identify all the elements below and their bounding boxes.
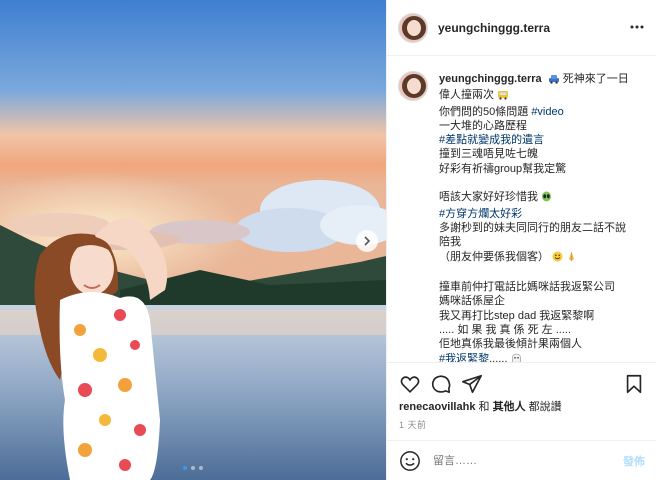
- caption-line: 撞到三魂唔見咗七魄: [439, 148, 538, 161]
- heart-icon[interactable]: [399, 373, 421, 395]
- photo-scene: [0, 0, 386, 480]
- chevron-right-icon: [364, 236, 371, 246]
- carousel-dot: [199, 466, 203, 470]
- likes-summary: renecaovillahk 和 其他人 都說讚: [399, 398, 562, 414]
- avatar[interactable]: [398, 12, 428, 43]
- post-side-panel: yeungchinggg.terra yeungchinggg.terra 死神…: [386, 0, 656, 480]
- caption-line: 一大堆的心路歷程: [439, 119, 527, 132]
- pray-emoji-icon: [566, 251, 577, 266]
- caption-line: 我又再打比step dad 我返緊黎啊: [439, 309, 595, 322]
- bus-emoji-icon: [497, 90, 509, 104]
- action-bar: [387, 362, 656, 403]
- hashtag-link[interactable]: #我返緊黎: [439, 353, 489, 362]
- caption-line: 佢地真係我最後傾計果兩個人: [439, 338, 582, 351]
- alien-emoji-icon: [541, 191, 552, 206]
- next-photo-button[interactable]: [356, 230, 378, 252]
- carousel-dot: [183, 466, 187, 470]
- caption-line: 唔該大家好好珍惜我: [439, 191, 538, 204]
- caption-line: 陪我: [439, 236, 461, 249]
- caption-line: （朋友仲要係我個客）: [439, 250, 549, 263]
- post-photo[interactable]: [0, 0, 386, 480]
- caption-trailing-dots: ......: [489, 352, 508, 362]
- carousel-indicator: [0, 466, 386, 470]
- caption-line: 你們問的50條問題: [439, 105, 529, 118]
- hashtag-link[interactable]: #video: [531, 106, 563, 118]
- comment-box: 發佈: [387, 440, 656, 480]
- caption-line: 好彩有祈禱group幫我定驚: [439, 162, 567, 175]
- post-header: yeungchinggg.terra: [387, 0, 656, 56]
- likes-and: 和: [478, 401, 490, 413]
- share-icon[interactable]: [461, 373, 483, 395]
- header-username[interactable]: yeungchinggg.terra: [438, 21, 550, 35]
- caption-line: 多謝秒到的妹夫同同行的朋友二話不說: [439, 221, 626, 234]
- hashtag-link[interactable]: #方穿方爛太好彩: [439, 207, 645, 221]
- comment-icon[interactable]: [430, 373, 452, 395]
- caption-line: 媽咪話係屋企: [439, 295, 505, 308]
- post-comment-button[interactable]: 發佈: [623, 453, 645, 469]
- post-timestamp[interactable]: 1 天前: [399, 418, 427, 431]
- ghost-emoji-icon: [511, 353, 522, 362]
- caption-line: 偉人撞兩次: [439, 89, 494, 102]
- avatar[interactable]: [398, 71, 428, 101]
- more-options-button[interactable]: [629, 19, 645, 35]
- bookmark-icon[interactable]: [623, 373, 645, 395]
- smile-emoji-icon: [552, 251, 563, 266]
- caption-line: 撞車前仲打電話比媽咪話我返緊公司: [439, 281, 615, 294]
- caption-line: ..... 如 果 我 真 係 死 左 .....: [439, 324, 572, 337]
- likes-user[interactable]: renecaovillahk: [399, 401, 475, 413]
- instagram-post: yeungchinggg.terra yeungchinggg.terra 死神…: [0, 0, 656, 480]
- more-horizontal-icon: [630, 25, 644, 29]
- caption-line: 死神來了一日: [562, 73, 629, 85]
- caption: yeungchinggg.terra 死神來了一日 偉人撞兩次 你們問的50條問…: [387, 57, 656, 362]
- smile-icon[interactable]: [399, 450, 421, 472]
- caption-text: yeungchinggg.terra 死神來了一日 偉人撞兩次 你們問的50條問…: [439, 72, 645, 362]
- hashtag-link[interactable]: #差點就變成我的遺言: [439, 133, 645, 147]
- comment-input[interactable]: [431, 453, 605, 468]
- likes-others[interactable]: 其他人: [493, 401, 526, 413]
- caption-username[interactable]: yeungchinggg.terra: [439, 73, 542, 85]
- likes-suffix: 都說讚: [528, 401, 562, 413]
- car-emoji-icon: [548, 74, 560, 88]
- carousel-dot: [191, 466, 195, 470]
